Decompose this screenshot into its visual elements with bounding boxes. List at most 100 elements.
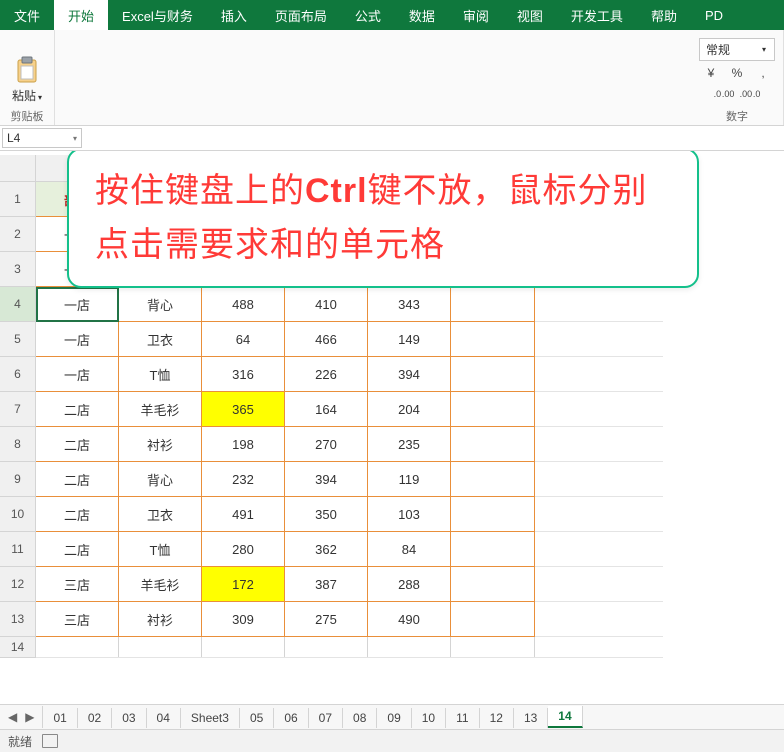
data-cell[interactable]: T恤 <box>119 357 202 392</box>
row-header[interactable]: 12 <box>0 567 36 602</box>
ribbon-tab[interactable]: 审阅 <box>449 0 503 30</box>
comma-style-button[interactable]: , <box>753 64 773 82</box>
row-header[interactable]: 6 <box>0 357 36 392</box>
data-cell[interactable]: 二店 <box>36 427 119 462</box>
empty-cell[interactable] <box>36 637 119 658</box>
data-cell[interactable]: 卫衣 <box>119 322 202 357</box>
data-cell[interactable]: 316 <box>202 357 285 392</box>
empty-cell[interactable] <box>535 322 663 357</box>
empty-cell[interactable] <box>535 497 663 532</box>
data-cell[interactable]: 一店 <box>36 322 119 357</box>
empty-cell[interactable] <box>368 637 451 658</box>
data-cell[interactable]: 羊毛衫 <box>119 392 202 427</box>
data-cell[interactable] <box>451 357 535 392</box>
sheet-tab[interactable]: 10 <box>412 708 446 728</box>
data-cell[interactable]: 309 <box>202 602 285 637</box>
empty-cell[interactable] <box>535 567 663 602</box>
data-cell[interactable]: 一店 <box>36 357 119 392</box>
data-cell[interactable] <box>451 602 535 637</box>
data-cell[interactable]: 280 <box>202 532 285 567</box>
empty-cell[interactable] <box>451 637 535 658</box>
ribbon-tab[interactable]: 开始 <box>54 0 108 30</box>
data-cell[interactable]: 64 <box>202 322 285 357</box>
sheet-tab[interactable]: 05 <box>240 708 274 728</box>
data-cell[interactable]: 背心 <box>119 462 202 497</box>
empty-cell[interactable] <box>535 427 663 462</box>
macro-record-icon[interactable] <box>42 734 58 748</box>
ribbon-tab[interactable]: 文件 <box>0 0 54 30</box>
data-cell[interactable] <box>451 322 535 357</box>
data-cell[interactable]: 235 <box>368 427 451 462</box>
data-cell[interactable]: 背心 <box>119 287 202 322</box>
data-cell[interactable] <box>451 462 535 497</box>
data-cell[interactable]: 232 <box>202 462 285 497</box>
data-cell[interactable]: 103 <box>368 497 451 532</box>
currency-button[interactable]: ¥ <box>701 64 721 82</box>
data-cell[interactable]: 羊毛衫 <box>119 567 202 602</box>
data-cell[interactable]: 204 <box>368 392 451 427</box>
paste-button[interactable]: 粘贴▾ <box>6 53 48 106</box>
data-cell[interactable]: 365 <box>202 392 285 427</box>
data-cell[interactable]: 488 <box>202 287 285 322</box>
data-cell[interactable]: 288 <box>368 567 451 602</box>
sheet-tab[interactable]: 08 <box>343 708 377 728</box>
data-cell[interactable] <box>451 532 535 567</box>
data-cell[interactable]: 270 <box>285 427 368 462</box>
percent-button[interactable]: % <box>727 64 747 82</box>
ribbon-tab[interactable]: PD <box>691 0 737 30</box>
data-cell[interactable]: 84 <box>368 532 451 567</box>
data-cell[interactable]: 394 <box>368 357 451 392</box>
sheet-tab[interactable]: 04 <box>147 708 181 728</box>
data-cell[interactable]: 410 <box>285 287 368 322</box>
empty-cell[interactable] <box>535 602 663 637</box>
data-cell[interactable]: T恤 <box>119 532 202 567</box>
empty-cell[interactable] <box>535 357 663 392</box>
sheet-tab[interactable]: 07 <box>309 708 343 728</box>
row-header[interactable]: 8 <box>0 427 36 462</box>
ribbon-tab[interactable]: 页面布局 <box>261 0 341 30</box>
row-header[interactable]: 7 <box>0 392 36 427</box>
data-cell[interactable] <box>451 427 535 462</box>
data-cell[interactable]: 二店 <box>36 497 119 532</box>
sheet-tab[interactable]: 02 <box>78 708 112 728</box>
data-cell[interactable]: 119 <box>368 462 451 497</box>
data-cell[interactable]: 198 <box>202 427 285 462</box>
data-cell[interactable]: 149 <box>368 322 451 357</box>
sheet-tab[interactable]: 03 <box>112 708 146 728</box>
sheet-tab[interactable]: Sheet3 <box>181 708 240 728</box>
row-header[interactable]: 10 <box>0 497 36 532</box>
data-cell[interactable] <box>451 497 535 532</box>
empty-cell[interactable] <box>285 637 368 658</box>
data-cell[interactable]: 三店 <box>36 602 119 637</box>
ribbon-tab[interactable]: 插入 <box>207 0 261 30</box>
sheet-tab[interactable]: 09 <box>377 708 411 728</box>
sheet-tab[interactable]: 12 <box>480 708 514 728</box>
ribbon-tab[interactable]: Excel与财务 <box>108 0 207 30</box>
data-cell[interactable]: 466 <box>285 322 368 357</box>
data-cell[interactable]: 一店 <box>36 287 119 322</box>
data-cell[interactable]: 491 <box>202 497 285 532</box>
sheet-nav-prev[interactable]: ◀ <box>8 710 17 724</box>
data-cell[interactable]: 343 <box>368 287 451 322</box>
data-cell[interactable]: 卫衣 <box>119 497 202 532</box>
increase-decimal-button[interactable]: .0 .00 <box>714 85 734 103</box>
ribbon-tab[interactable]: 公式 <box>341 0 395 30</box>
sheet-tab[interactable]: 13 <box>514 708 548 728</box>
row-header[interactable]: 1 <box>0 182 36 217</box>
sheet-tab[interactable]: 14 <box>548 706 582 728</box>
decrease-decimal-button[interactable]: .00 .0 <box>740 85 760 103</box>
row-header[interactable]: 14 <box>0 637 36 658</box>
number-format-dropdown[interactable]: 常规 ▾ <box>699 38 775 61</box>
data-cell[interactable] <box>451 287 535 322</box>
empty-cell[interactable] <box>535 287 663 322</box>
name-box[interactable]: L4 ▾ <box>2 128 82 148</box>
data-cell[interactable]: 二店 <box>36 532 119 567</box>
sheet-tab[interactable]: 06 <box>274 708 308 728</box>
data-cell[interactable]: 362 <box>285 532 368 567</box>
ribbon-tab[interactable]: 数据 <box>395 0 449 30</box>
row-header[interactable]: 9 <box>0 462 36 497</box>
data-cell[interactable] <box>451 392 535 427</box>
empty-cell[interactable] <box>119 637 202 658</box>
data-cell[interactable]: 二店 <box>36 462 119 497</box>
ribbon-tab[interactable]: 开发工具 <box>557 0 637 30</box>
